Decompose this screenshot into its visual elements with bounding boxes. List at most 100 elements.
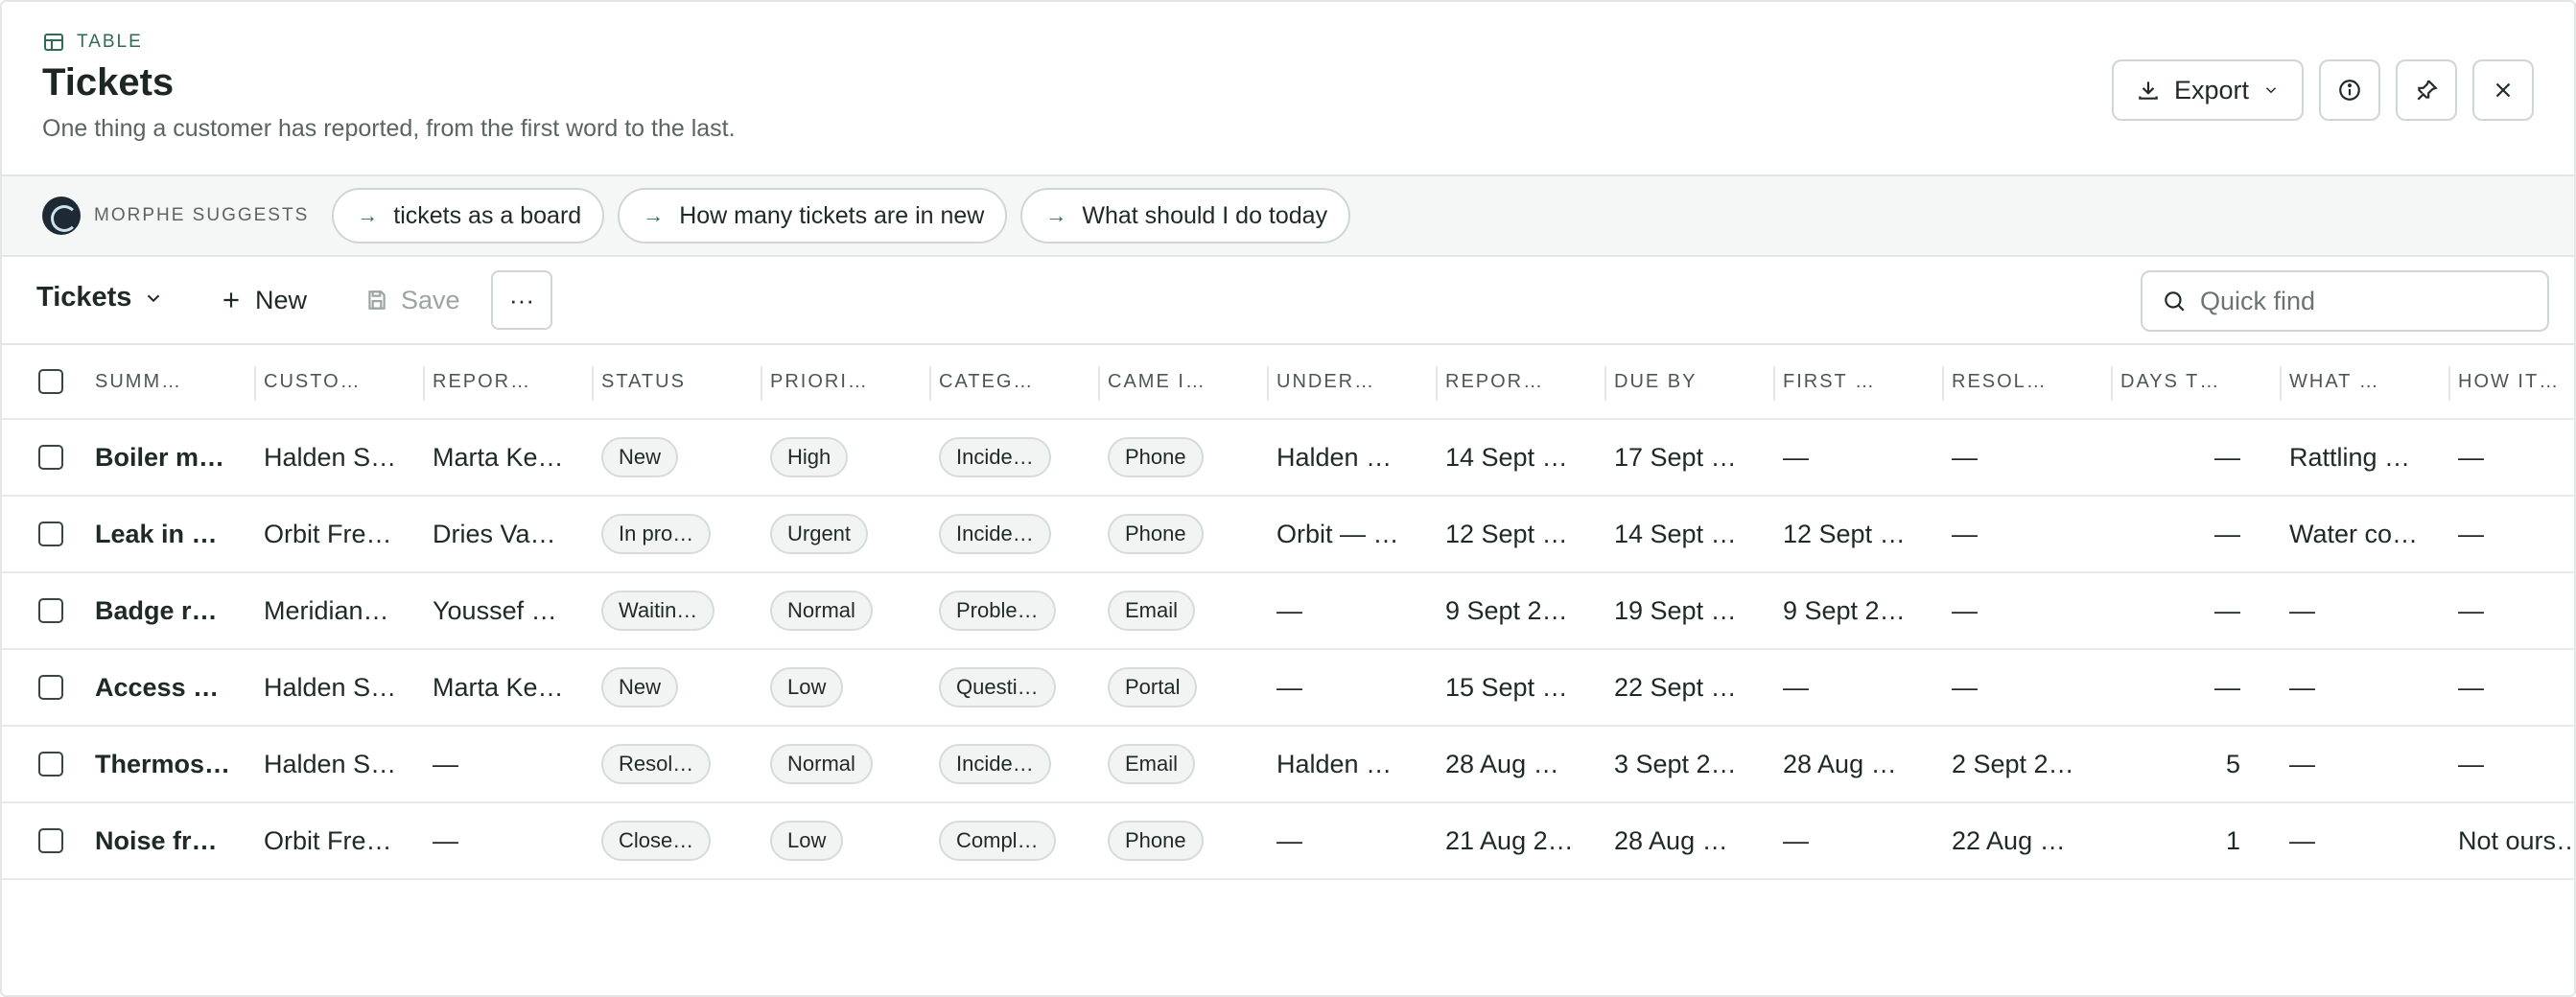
column-header-resolved[interactable]: RESOL… <box>1952 345 2113 418</box>
suggestion-chip[interactable]: → tickets as a board <box>332 188 605 243</box>
column-resize-handle[interactable] <box>1604 366 1606 401</box>
came-in-badge: Phone <box>1108 821 1204 861</box>
suggestion-chip[interactable]: → What should I do today <box>1020 188 1351 243</box>
status-badge: New <box>601 437 679 477</box>
column-resize-handle[interactable] <box>1098 366 1100 401</box>
column-header-summary[interactable]: SUMM… <box>95 345 256 418</box>
column-header-what-happened[interactable]: WHAT … <box>2289 345 2450 418</box>
column-resize-handle[interactable] <box>1773 366 1775 401</box>
suggestion-chip[interactable]: → How many tickets are in new <box>618 188 1008 243</box>
category-badge: Incide… <box>939 514 1051 554</box>
page-subtitle: One thing a customer has reported, from … <box>42 115 736 142</box>
column-header-label: FIRST … <box>1783 370 1876 392</box>
column-resize-handle[interactable] <box>1942 366 1944 401</box>
cell-reported: 21 Aug 2… <box>1445 825 1574 855</box>
cell-reported: 9 Sept 2… <box>1445 595 1568 625</box>
select-all-checkbox[interactable] <box>38 369 63 394</box>
priority-badge: Normal <box>770 744 873 784</box>
info-button[interactable] <box>2319 59 2380 121</box>
suggestion-text: What should I do today <box>1082 201 1328 229</box>
row-checkbox[interactable] <box>38 752 63 777</box>
cell-category: Questi… <box>939 650 1092 725</box>
row-checkbox[interactable] <box>38 675 63 700</box>
cell-reported: 15 Sept … <box>1445 672 1568 702</box>
category-badge: Compl… <box>939 821 1056 861</box>
export-label: Export <box>2173 75 2250 104</box>
save-button[interactable]: Save <box>364 278 460 322</box>
cell-how-it-ended: — <box>2458 442 2484 472</box>
save-label: Save <box>401 285 460 314</box>
table-row[interactable]: Badge r… Meridian… Youssef … Waitin… Normal P… <box>2 573 2574 650</box>
table-row[interactable]: Noise fr… Orbit Fre… — Close… Low Compl… Phone… <box>2 803 2574 880</box>
table-row[interactable]: Thermos… Halden S… — Resol… Normal Incide… Ema… <box>2 727 2574 803</box>
column-header-came-in[interactable]: CAME I… <box>1108 345 1269 418</box>
arrow-right-icon: → <box>357 203 379 227</box>
view-selector[interactable]: Tickets <box>36 282 164 313</box>
column-resize-handle[interactable] <box>2448 366 2450 401</box>
column-header-label: REPOR… <box>433 370 532 392</box>
cell-resolved: — <box>1952 672 1978 702</box>
cell-due-by: 28 Aug … <box>1614 825 1728 855</box>
new-button[interactable]: New <box>219 278 307 322</box>
cell-customer: Halden S… <box>264 442 397 472</box>
table-row[interactable]: Boiler m… Halden S… Marta Ke… New High Incide… <box>2 420 2574 497</box>
cell-summary: Thermos… <box>95 749 231 778</box>
cell-days-to-resolve: — <box>2214 672 2240 702</box>
cell-came-in: Phone <box>1108 420 1261 495</box>
cell-what-happened: — <box>2289 672 2315 702</box>
arrow-right-icon: → <box>1045 203 1067 227</box>
search-icon <box>2165 291 2185 312</box>
cell-under: Halden … <box>1276 442 1393 472</box>
column-header-due-by[interactable]: DUE BY <box>1614 345 1775 418</box>
column-header-customer[interactable]: CUSTO… <box>264 345 425 418</box>
cell-came-in: Phone <box>1108 497 1261 571</box>
column-header-how-it-ended[interactable]: HOW IT… <box>2458 345 2574 418</box>
column-resize-handle[interactable] <box>761 366 762 401</box>
cell-resolved: 22 Aug … <box>1952 825 2066 855</box>
table-row[interactable]: Access … Halden S… Marta Ke… New Low Questi… P… <box>2 650 2574 727</box>
column-resize-handle[interactable] <box>592 366 594 401</box>
column-header-first-response[interactable]: FIRST … <box>1783 345 1944 418</box>
cell-came-in: Email <box>1108 573 1261 648</box>
column-header-label: DUE BY <box>1614 370 1698 392</box>
priority-badge: Low <box>770 821 844 861</box>
quick-find-input[interactable] <box>2200 286 2526 316</box>
column-header-reporter[interactable]: REPOR… <box>433 345 594 418</box>
export-button[interactable]: Export <box>2112 59 2304 121</box>
quick-find-field[interactable] <box>2141 270 2549 332</box>
suggestion-text: tickets as a board <box>393 201 582 229</box>
column-resize-handle[interactable] <box>1267 366 1269 401</box>
cell-first-response: — <box>1783 825 1809 855</box>
row-checkbox[interactable] <box>38 445 63 470</box>
row-checkbox[interactable] <box>38 598 63 623</box>
plus-icon <box>223 292 239 308</box>
column-header-reported[interactable]: REPOR… <box>1445 345 1606 418</box>
cell-came-in: Phone <box>1108 803 1261 878</box>
column-resize-handle[interactable] <box>929 366 931 401</box>
info-icon <box>2339 80 2360 101</box>
row-checkbox[interactable] <box>38 828 63 853</box>
column-header-under[interactable]: UNDER… <box>1276 345 1438 418</box>
row-checkbox[interactable] <box>38 522 63 546</box>
column-header-priority[interactable]: PRIORI… <box>770 345 931 418</box>
column-header-days-to-resolve[interactable]: DAYS T… <box>2120 345 2282 418</box>
table-row[interactable]: Leak in … Orbit Fre… Dries Va… In pro… Urgen… <box>2 497 2574 573</box>
more-options-button[interactable]: ··· <box>491 270 552 330</box>
column-resize-handle[interactable] <box>423 366 425 401</box>
column-resize-handle[interactable] <box>2280 366 2282 401</box>
column-header-status[interactable]: STATUS <box>601 345 762 418</box>
close-button[interactable] <box>2472 59 2534 121</box>
cell-under: Orbit — … <box>1276 519 1399 548</box>
pin-button[interactable] <box>2396 59 2457 121</box>
tickets-panel: TABLE Tickets One thing a customer has r… <box>0 0 2576 997</box>
column-resize-handle[interactable] <box>2111 366 2113 401</box>
column-resize-handle[interactable] <box>254 366 256 401</box>
came-in-badge: Phone <box>1108 437 1204 477</box>
column-header-category[interactable]: CATEG… <box>939 345 1100 418</box>
came-in-badge: Portal <box>1108 667 1198 707</box>
table-kicker: TABLE <box>42 31 143 54</box>
column-resize-handle[interactable] <box>1436 366 1438 401</box>
arrow-right-icon: → <box>643 203 665 227</box>
save-icon <box>368 290 386 310</box>
cell-summary: Access … <box>95 672 220 702</box>
